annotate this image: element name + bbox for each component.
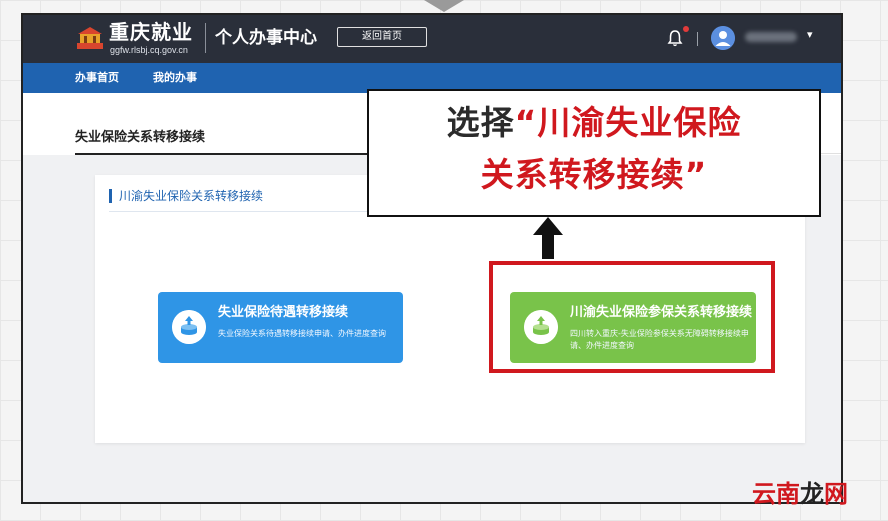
brand-name[interactable]: 重庆就业 [109, 20, 193, 44]
watermark: 云南龙网 [752, 479, 848, 509]
callout-line-2: 关系转移接续” [480, 155, 708, 194]
nav-item-my-tasks[interactable]: 我的办事 [153, 63, 197, 93]
header-separator [697, 32, 698, 46]
panel-title-rule [109, 211, 367, 212]
callout-line-1: 选择“川渝失业保险 [369, 101, 819, 145]
logo-emblem-icon [77, 27, 103, 49]
home-button[interactable]: 返回首页 [337, 27, 427, 47]
page-title: 失业保险关系转移接续 [75, 130, 206, 145]
user-menu-caret[interactable]: ▾ [807, 28, 813, 41]
top-arrow-decoration [424, 0, 464, 12]
service-icon [172, 310, 206, 344]
up-arrow-icon [533, 217, 563, 259]
top-header: 重庆就业 ggfw.rlsbj.cq.gov.cn 个人办事中心 返回首页 ▾ [23, 15, 841, 63]
avatar-icon[interactable] [711, 26, 735, 50]
panel-title-marker [109, 189, 112, 203]
nav-item-home[interactable]: 办事首页 [75, 63, 119, 93]
callout-annotation: 选择“川渝失业保险 关系转移接续” [367, 89, 821, 217]
bell-icon[interactable] [667, 29, 683, 47]
watermark-part-2: 龙 [800, 480, 824, 508]
watermark-part-3: 网 [824, 480, 848, 508]
highlight-box [489, 261, 775, 373]
card-title: 失业保险待遇转移接续 [218, 305, 349, 320]
username-blurred[interactable] [745, 32, 797, 42]
center-title: 个人办事中心 [215, 28, 317, 48]
callout-prefix: 选择 [446, 103, 515, 142]
card-benefit-transfer[interactable]: 失业保险待遇转移接续 失业保险关系待遇转移接续申请、办件进度查询 [158, 292, 403, 363]
card-description: 失业保险关系待遇转移接续申请、办件进度查询 [218, 329, 386, 338]
panel-title: 川渝失业保险关系转移接续 [119, 189, 264, 203]
header-divider [205, 23, 206, 53]
watermark-part-1: 云南 [752, 480, 800, 508]
notification-dot [683, 26, 689, 32]
brand-url: ggfw.rlsbj.cq.gov.cn [110, 45, 188, 55]
browser-frame: 重庆就业 ggfw.rlsbj.cq.gov.cn 个人办事中心 返回首页 ▾ … [21, 13, 843, 504]
callout-highlight-1: “川渝失业保险 [514, 103, 742, 142]
